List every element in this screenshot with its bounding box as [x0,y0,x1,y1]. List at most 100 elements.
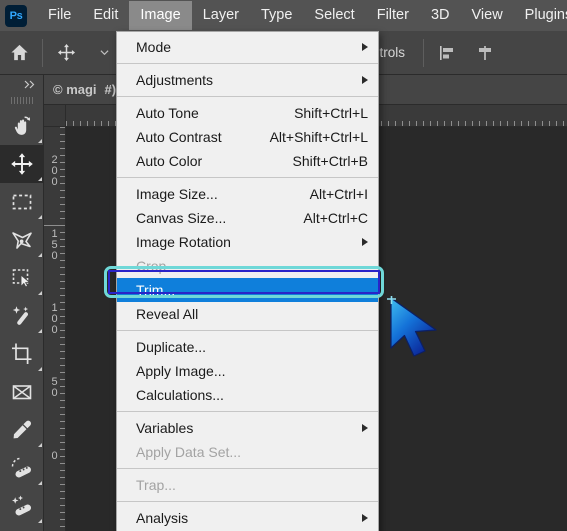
object-selection-tool[interactable] [0,259,44,297]
menu-item-trim[interactable]: Trim... [117,278,378,302]
submenu-arrow-icon [362,514,368,522]
ruler-tick [528,121,529,126]
ruler-tick [493,121,494,126]
menu-item-auto-contrast[interactable]: Auto Contrast Alt+Shift+Ctrl+L [117,125,378,149]
menubar-item-select[interactable]: Select [303,1,365,30]
magic-wand-tool-flyout-indicator [38,329,42,333]
ruler-tick [60,260,65,261]
menu-item-label: Canvas Size... [136,210,227,226]
ruler-tick [451,121,452,126]
align-horizontal-centers-icon[interactable] [466,31,504,75]
menubar-item-image[interactable]: Image [129,1,192,30]
ruler-tick [60,288,65,289]
submenu-arrow-icon [362,43,368,51]
ruler-tick [381,121,382,126]
spot-healing-tool-flyout-indicator [38,481,42,485]
menubar-item-3d[interactable]: 3D [420,1,461,30]
menu-item-label: Image Size... [136,186,218,202]
move-tool[interactable] [0,145,44,183]
ruler-tick [60,211,65,212]
ruler-tick [60,197,65,198]
ruler-tick [60,302,65,303]
ruler-tick [542,121,543,126]
tools-panel-grip[interactable] [0,93,43,107]
ruler-tick [60,512,65,513]
align-left-edges-icon[interactable] [428,31,466,75]
menu-item-mode[interactable]: Mode [117,35,378,59]
ruler-tick [549,121,550,126]
menu-item-duplicate[interactable]: Duplicate... [117,335,378,359]
crop-tool-flyout-indicator [38,367,42,371]
menubar-item-edit[interactable]: Edit [82,1,129,30]
menu-item-auto-color[interactable]: Auto Color Shift+Ctrl+B [117,149,378,173]
spot-healing-brush-tool[interactable] [0,449,44,487]
menu-item-adjustments[interactable]: Adjustments [117,68,378,92]
ruler-tick [60,456,65,457]
ruler-tick [472,121,473,126]
ruler-tick [556,121,557,126]
ruler-tick [423,121,424,126]
ruler-tick [409,121,410,126]
ruler-tick [395,121,396,126]
frame-tool[interactable] [0,373,44,411]
menubar-item-filter[interactable]: Filter [366,1,420,30]
menu-item-image-rotation[interactable]: Image Rotation [117,230,378,254]
tab-1-label: © magi [53,82,97,97]
menu-item-apply-image[interactable]: Apply Image... [117,359,378,383]
lasso-tool[interactable] [0,221,44,259]
ruler-tick [507,121,508,126]
ruler-tick [60,239,65,240]
menu-item-label: Crop [136,258,167,274]
ruler-corner[interactable] [44,105,66,127]
ruler-tick [563,121,564,126]
ruler-tick [60,169,65,170]
menu-item-variables[interactable]: Variables [117,416,378,440]
menu-item-image-size[interactable]: Image Size... Alt+Ctrl+I [117,182,378,206]
ruler-tick [60,519,65,520]
menubar-item-view[interactable]: View [461,1,514,30]
menu-item-auto-tone[interactable]: Auto Tone Shift+Ctrl+L [117,101,378,125]
healing-brush-tool[interactable] [0,487,44,525]
ruler-tick [60,470,65,471]
hand-tool[interactable] [0,107,44,145]
ruler-tick [60,477,65,478]
ruler-tick [66,121,67,126]
ruler-tick [44,225,65,226]
menu-separator [117,501,378,502]
ruler-tick [535,121,536,126]
menubar-item-plugins[interactable]: Plugins [514,1,567,30]
patch-tool[interactable] [0,525,44,531]
menubar-item-type[interactable]: Type [250,1,303,30]
collapse-panel-icon[interactable] [0,75,43,93]
ruler-tick [60,337,65,338]
menu-separator [117,330,378,331]
menubar-item-layer[interactable]: Layer [192,1,250,30]
ruler-tick [60,358,65,359]
menu-item-label: Adjustments [136,72,214,88]
menu-item-calculations[interactable]: Calculations... [117,383,378,407]
move-tool-icon[interactable] [47,31,85,75]
magic-wand-tool[interactable] [0,297,44,335]
eyedropper-tool[interactable] [0,411,44,449]
ruler-tick [60,435,65,436]
crop-tool[interactable] [0,335,44,373]
ruler-tick [60,218,65,219]
ruler-tick [60,281,65,282]
rectangular-marquee-tool[interactable] [0,183,44,221]
ruler-label-v: 1 0 0 [51,302,58,336]
home-icon[interactable] [0,31,38,75]
ruler-tick [60,295,65,296]
move-tool-flyout-indicator [38,177,42,181]
ruler-tick [60,365,65,366]
menu-separator [117,177,378,178]
ruler-label-v: 0 [51,450,58,462]
ruler-tick [101,121,102,126]
menubar-item-file[interactable]: File [37,1,82,30]
menu-item-label: Duplicate... [136,339,207,355]
menu-item-canvas-size[interactable]: Canvas Size... Alt+Ctrl+C [117,206,378,230]
ruler-tick [60,330,65,331]
menu-item-analysis[interactable]: Analysis [117,506,378,530]
vertical-ruler[interactable]: 2 0 0 1 5 0 1 0 0 5 0 0 [44,127,66,531]
menu-item-reveal-all[interactable]: Reveal All [117,302,378,326]
ruler-tick [60,351,65,352]
